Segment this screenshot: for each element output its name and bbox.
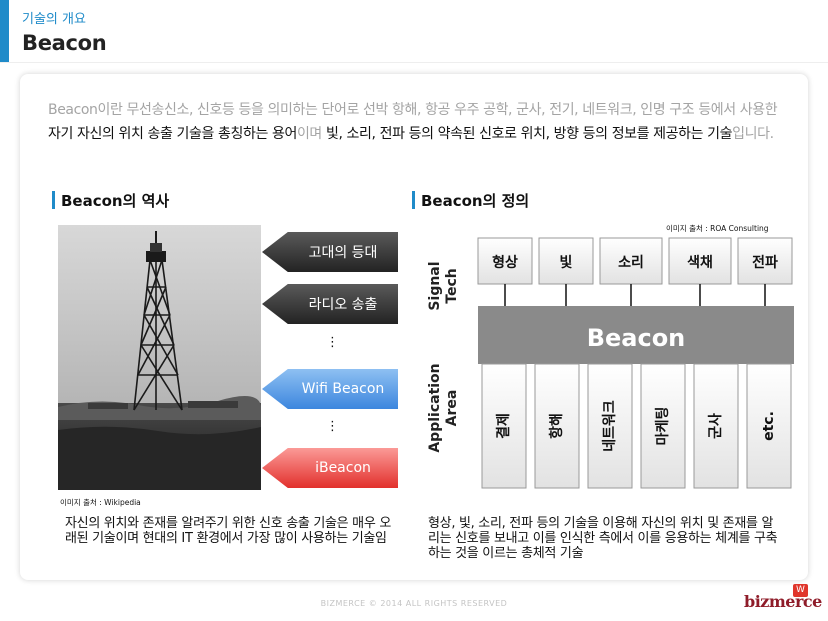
history-item-radio: 라디오 송출 [262,284,398,324]
section-subtitle: 기술의 개요 [22,12,86,27]
signal-box-label: 전파 [752,254,778,271]
application-box-label: 네트워크 [602,400,618,452]
header-divider [0,62,828,63]
application-area-label: Application [427,363,443,452]
application-box: 결제 [481,363,527,489]
history-item-wifi-beacon: Wifi Beacon [262,369,398,409]
history-item-ibeacon: iBeacon [262,448,398,488]
application-box: 마케팅 [640,363,686,489]
signal-box-label: 빛 [560,255,573,271]
history-item-label: iBeacon [315,460,371,476]
application-box: etc. [746,363,792,489]
signal-box: 빛 [538,237,594,285]
application-box-label: etc. [761,411,777,441]
history-item-ancient-lighthouse: 고대의 등대 [262,232,398,272]
signal-box-label: 색채 [687,255,713,271]
application-box-label: 군사 [708,413,724,439]
signal-tech-label: Tech [444,268,460,303]
signal-box: 형상 [477,237,533,285]
lighthouse-tower-photo [58,225,261,490]
signal-box: 색채 [668,237,732,285]
application-box: 네트워크 [587,363,633,489]
application-box: 항해 [534,363,580,489]
application-box: 군사 [693,363,739,489]
application-area-label: Area [444,390,460,427]
history-item-label: Wifi Beacon [301,381,385,397]
definition-heading-bar [412,191,415,209]
application-box-label: 항해 [548,413,565,439]
history-heading-text: Beacon의 역사 [61,191,170,210]
copyright-footer: BIZMERCE © 2014 ALL RIGHTS RESERVED [320,599,508,608]
page-title: Beacon [22,31,107,55]
beacon-definition-diagram: Signal Tech Application Area 형상 빛 소리 색채 … [418,228,798,490]
history-item-label: 라디오 송출 [308,297,378,313]
signal-box-label: 소리 [618,255,644,271]
signal-box: 소리 [599,237,663,285]
intro-text-2: 이며 [296,126,326,142]
intro-highlight-2: 빛, 소리, 전파 등의 약속된 신호로 위치, 방향 등의 정보를 제공하는 … [325,126,733,142]
signal-box: 전파 [737,237,793,285]
definition-heading-text: Beacon의 정의 [421,191,530,210]
intro-paragraph: Beacon이란 무선송신소, 신호등 등을 의미하는 단어로 선박 항해, 항… [48,98,778,146]
history-item-label: 고대의 등대 [308,245,378,261]
history-heading-bar [52,191,55,209]
beacon-core-label: Beacon [587,324,686,352]
bizmerce-logo: bizmerce W [744,584,822,612]
history-dots: ⋮ [326,335,339,350]
intro-text-1: Beacon이란 무선송신소, 신호등 등을 의미하는 단어로 선박 항해, 항… [48,102,778,118]
signal-box-label: 형상 [492,254,518,271]
definition-description: 형상, 빛, 소리, 전파 등의 기술을 이용해 자신의 위치 및 존재를 알리… [428,516,778,561]
signal-tech-label: Signal [427,261,443,310]
application-box-label: 결제 [495,413,512,439]
history-description: 자신의 위치와 존재를 알려주기 위한 신호 송출 기술은 매우 오래된 기술이… [65,516,391,546]
history-heading: Beacon의 역사 [52,190,169,210]
intro-highlight-1: 자기 자신의 위치 송출 기술을 총칭하는 용어 [48,126,297,142]
intro-text-3: 입니다. [732,126,774,142]
history-dots: ⋮ [326,419,339,434]
header-accent-bar [0,0,9,62]
application-box-label: 마케팅 [654,407,671,446]
logo-mark-icon: W [793,584,808,597]
definition-heading: Beacon의 정의 [412,190,529,210]
logo-wordmark: bizmerce [744,592,822,611]
photo-credit: 이미지 출처 : Wikipedia [60,498,141,507]
